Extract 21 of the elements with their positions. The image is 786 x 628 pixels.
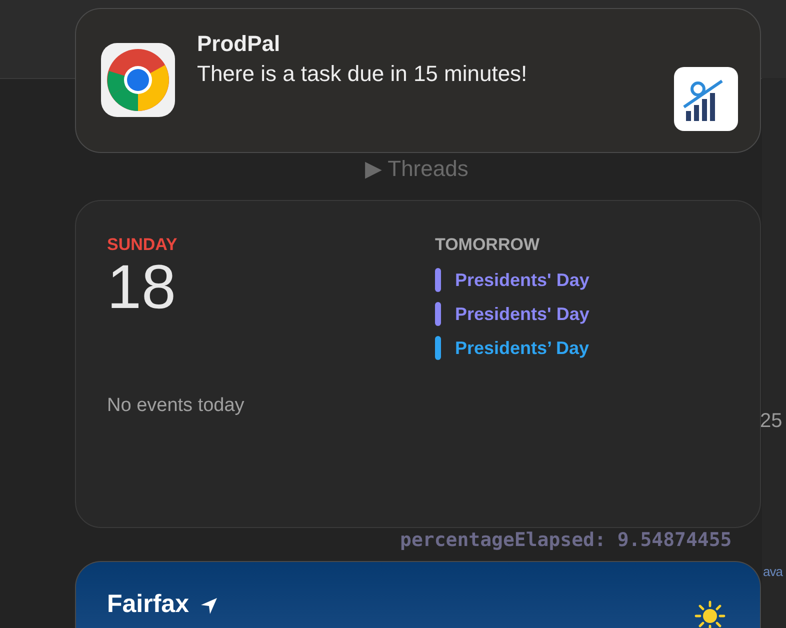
location-arrow-icon — [198, 596, 219, 616]
no-events-text: No events today — [107, 395, 246, 417]
code-line: percentageElapsed: 9.54874455 — [400, 529, 732, 551]
event-title[interactable]: Presidents' Day — [455, 270, 590, 290]
code-text: ava — [763, 564, 782, 579]
weekday-label: SUNDAY — [107, 235, 178, 255]
day-number: 18 — [107, 255, 177, 321]
threads-label: ▶ Threads — [365, 156, 468, 182]
sun-icon — [694, 600, 726, 628]
number-text: 25 — [760, 410, 782, 433]
city-name: Fairfax — [107, 590, 189, 619]
weather-widget[interactable]: Fairfax — [75, 561, 761, 628]
calendar-widget[interactable]: SUNDAY 18 No events today TOMORROW Presidents' Day Presidents' Day Presidents’ Day — [75, 200, 761, 528]
notification-message: There is a task due in 15 minutes! — [197, 60, 528, 88]
app-icon — [101, 43, 175, 117]
event-title[interactable]: Presidents’ Day — [455, 338, 590, 358]
chart-thumbnail-icon — [674, 67, 738, 131]
event-title[interactable]: Presidents' Day — [455, 304, 590, 324]
tomorrow-heading: TOMORROW — [435, 235, 541, 255]
app-name: ProdPal — [197, 30, 282, 58]
notification-card[interactable]: ProdPal There is a task due in 15 minutes! — [75, 8, 761, 153]
